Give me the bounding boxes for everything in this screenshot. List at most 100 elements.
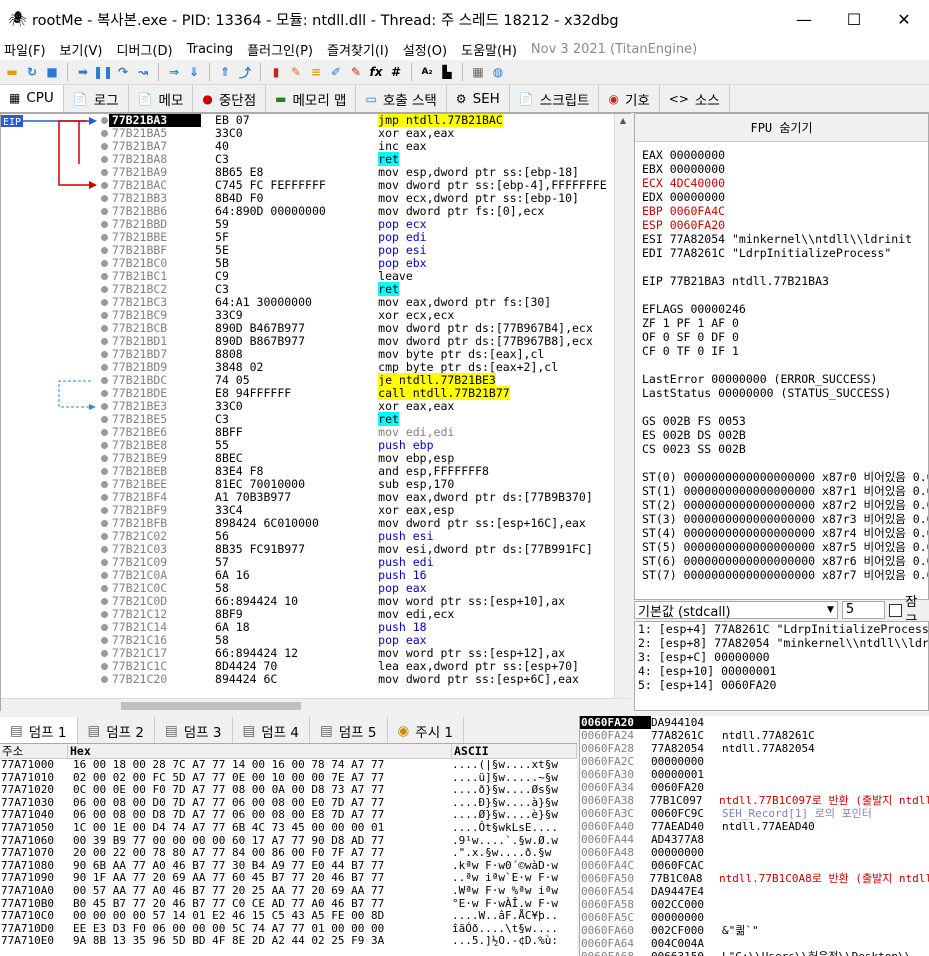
breakpoint-gutter[interactable] — [99, 634, 109, 647]
tab-log[interactable]: 📄 로그 — [64, 85, 129, 112]
breakpoint-gutter[interactable] — [99, 348, 109, 361]
breakpoint-gutter[interactable] — [99, 426, 109, 439]
tab-dump-1[interactable]: ▤ 덤프 1 — [0, 717, 78, 743]
disasm-row[interactable]: 77B21BBD 59 pop ecx — [99, 218, 614, 231]
breakpoint-gutter[interactable] — [99, 361, 109, 374]
disasm-row[interactable]: 77B21BE8 55 push ebp — [99, 439, 614, 452]
register-line[interactable]: ST(5) 0000000000000000000 x87r5 비어있음 0.0 — [635, 540, 928, 554]
breakpoint-gutter[interactable] — [99, 205, 109, 218]
disasm-row[interactable]: 77B21BC3 64:A1 30000000 mov eax,dword ptr … — [99, 296, 614, 309]
stack-row[interactable]: 0060FA60 002CF000 &"킒`" — [580, 924, 929, 937]
breakpoint-gutter[interactable] — [99, 465, 109, 478]
open-icon[interactable]: ▬ — [4, 64, 20, 80]
stack-row[interactable]: 0060FA50 77B1C0A8 ntdll.77B1C0A8로 반환 (출발지 … — [580, 872, 929, 885]
dump-row[interactable]: 77A710C0 00 00 00 00 57 14 01 E2 46 15 C5… — [0, 910, 577, 923]
disasm-row[interactable]: 77B21BE9 8BEC mov ebp,esp — [99, 452, 614, 465]
breakpoint-gutter[interactable] — [99, 569, 109, 582]
breakpoint-gutter[interactable] — [99, 582, 109, 595]
calling-convention-select[interactable]: 기본값 (stdcall) ▼ — [634, 601, 838, 620]
disasm-row[interactable]: 77B21BA3 EB 07 jmp ntdll.77B21BAC — [99, 114, 614, 127]
breakpoint-gutter[interactable] — [99, 296, 109, 309]
stack-row[interactable]: 0060FA6800663150L"C:\\Users\\허윤정\\Deskto… — [580, 950, 929, 956]
stack-row[interactable]: 0060FA48 00000000 — [580, 846, 929, 859]
breakpoint-gutter[interactable] — [99, 244, 109, 257]
menu-file[interactable]: 파일(F) — [4, 40, 46, 59]
comment-icon[interactable]: ✎ — [288, 64, 304, 80]
breakpoint-gutter[interactable] — [99, 413, 109, 426]
breakpoint-gutter[interactable] — [99, 556, 109, 569]
menu-tracing[interactable]: Tracing — [187, 42, 234, 57]
minimize-button[interactable]: — — [779, 10, 829, 29]
breakpoint-gutter[interactable] — [99, 439, 109, 452]
disasm-row[interactable]: 77B21BEB 83E4 F8 and esp,FFFFFFF8 — [99, 465, 614, 478]
register-line[interactable]: ECX 4DC40000 — [635, 176, 928, 190]
menu-options[interactable]: 설정(O) — [403, 40, 447, 59]
stack-row[interactable]: 0060FA28 77A82054 ntdll.77A82054 — [580, 742, 929, 755]
register-line[interactable]: ST(2) 0000000000000000000 x87r2 비어있음 0.0 — [635, 498, 928, 512]
breakpoint-gutter[interactable] — [99, 504, 109, 517]
disasm-row[interactable]: 77B21BF4 A1 70B3B977 mov eax,dword ptr ds:… — [99, 491, 614, 504]
stack-row[interactable]: 0060FA44 AD4377A8 — [580, 833, 929, 846]
tab-cpu[interactable]: ▦ CPU — [0, 85, 64, 112]
tab-dump-4[interactable]: ▤ 덤프 4 — [233, 717, 310, 743]
breakpoint-gutter[interactable] — [99, 387, 109, 400]
register-line[interactable]: EBX 00000000 — [635, 162, 928, 176]
disasm-row[interactable]: 77B21C20 894424 6C mov dword ptr ss:[esp+6… — [99, 673, 614, 686]
trace-over-icon[interactable]: ⇓ — [186, 64, 202, 80]
trace-into-icon[interactable]: ⇒ — [166, 64, 182, 80]
register-line[interactable]: ZF 1 PF 1 AF 0 — [635, 316, 928, 330]
strings-icon[interactable]: A₂ — [419, 64, 435, 80]
patch-icon[interactable]: ▮ — [268, 64, 284, 80]
disasm-row[interactable]: 77B21C0A 6A 16 push 16 — [99, 569, 614, 582]
disasm-row[interactable]: 77B21C09 57 push edi — [99, 556, 614, 569]
execute-till-return-icon[interactable]: ⇑ — [217, 64, 233, 80]
breakpoint-gutter[interactable] — [99, 608, 109, 621]
disasm-row[interactable]: 77B21C12 8BF9 mov edi,ecx — [99, 608, 614, 621]
tab-dump-5[interactable]: ▤ 덤프 5 — [310, 717, 388, 743]
tab-breakpoints[interactable]: ● 중단점 — [193, 85, 267, 112]
disasm-row[interactable]: 77B21BE5 C3 ret — [99, 412, 614, 426]
disasm-row[interactable]: 77B21BD9 3848 02 cmp byte ptr ds:[eax+2],c… — [99, 361, 614, 374]
breakpoint-gutter[interactable] — [99, 673, 109, 686]
menu-favourites[interactable]: 즐겨찾기(I) — [327, 40, 389, 59]
maximize-button[interactable]: ☐ — [829, 10, 879, 29]
register-line[interactable]: ESP 0060FA20 — [635, 218, 928, 232]
close-button[interactable]: ✕ — [879, 10, 929, 29]
register-line[interactable]: CS 0023 SS 002B — [635, 442, 928, 456]
dump-row[interactable]: 77A71020 0C 00 0E 00 F0 7D A7 77 08 00 0A… — [0, 784, 577, 797]
stack-row[interactable]: 0060FA5C 00000000 — [580, 911, 929, 924]
breakpoint-gutter[interactable] — [99, 400, 109, 413]
breakpoint-gutter[interactable] — [99, 647, 109, 660]
scroll-thumb[interactable] — [121, 702, 301, 710]
breakpoint-gutter[interactable] — [99, 153, 109, 166]
disasm-row[interactable]: 77B21BC0 5B pop ebx — [99, 257, 614, 270]
stack-row[interactable]: 0060FA30 00000001 — [580, 768, 929, 781]
register-line[interactable]: EDI 77A8261C "LdrpInitializeProcess" — [635, 246, 928, 260]
breakpoint-gutter[interactable] — [99, 478, 109, 491]
tab-notes[interactable]: 📄 메모 — [129, 85, 194, 112]
stack-row[interactable]: 0060FA34 0060FA20 — [580, 781, 929, 794]
tab-script[interactable]: 📄 스크립트 — [510, 85, 600, 112]
register-line[interactable]: EFLAGS 00000246 — [635, 302, 928, 316]
tab-source[interactable]: <> 소스 — [660, 85, 730, 112]
register-line[interactable]: OF 0 SF 0 DF 0 — [635, 330, 928, 344]
tab-seh[interactable]: ⚙ SEH — [447, 85, 510, 112]
breakpoint-gutter[interactable] — [99, 114, 109, 127]
register-line[interactable]: ST(0) 0000000000000000000 x87r0 비어있음 0.0 — [635, 470, 928, 484]
breakpoint-gutter[interactable] — [99, 322, 109, 335]
register-line[interactable]: ST(4) 0000000000000000000 x87r4 비어있음 0.0 — [635, 526, 928, 540]
tab-dump-3[interactable]: ▤ 덤프 3 — [155, 717, 233, 743]
dump-row[interactable]: 77A710E0 9A 8B 13 35 96 5D BD 4F 8E 2D A2… — [0, 935, 577, 948]
register-line[interactable]: ESI 77A82054 "minkernel\\ntdll\\ldrinit — [635, 232, 928, 246]
globe-icon[interactable]: ◍ — [490, 64, 506, 80]
stack-row[interactable]: 0060FA20 DA944104 — [580, 716, 929, 729]
disassembly-horizontal-scrollbar[interactable] — [1, 698, 631, 712]
step-over-icon[interactable]: ↝ — [135, 64, 151, 80]
fpu-toggle-button[interactable]: FPU 숨기기 — [635, 114, 928, 142]
breakpoint-gutter[interactable] — [99, 595, 109, 608]
stack-row[interactable]: 0060FA54 DA9447E4 — [580, 885, 929, 898]
disasm-row[interactable]: 77B21BB6 64:890D 00000000 mov dword ptr fs… — [99, 205, 614, 218]
breakpoint-gutter[interactable] — [99, 140, 109, 153]
disasm-row[interactable]: 77B21BDE E8 94FFFFFF call ntdll.77B21B77 — [99, 386, 614, 400]
stack-row[interactable]: 0060FA64 004C004A — [580, 937, 929, 950]
